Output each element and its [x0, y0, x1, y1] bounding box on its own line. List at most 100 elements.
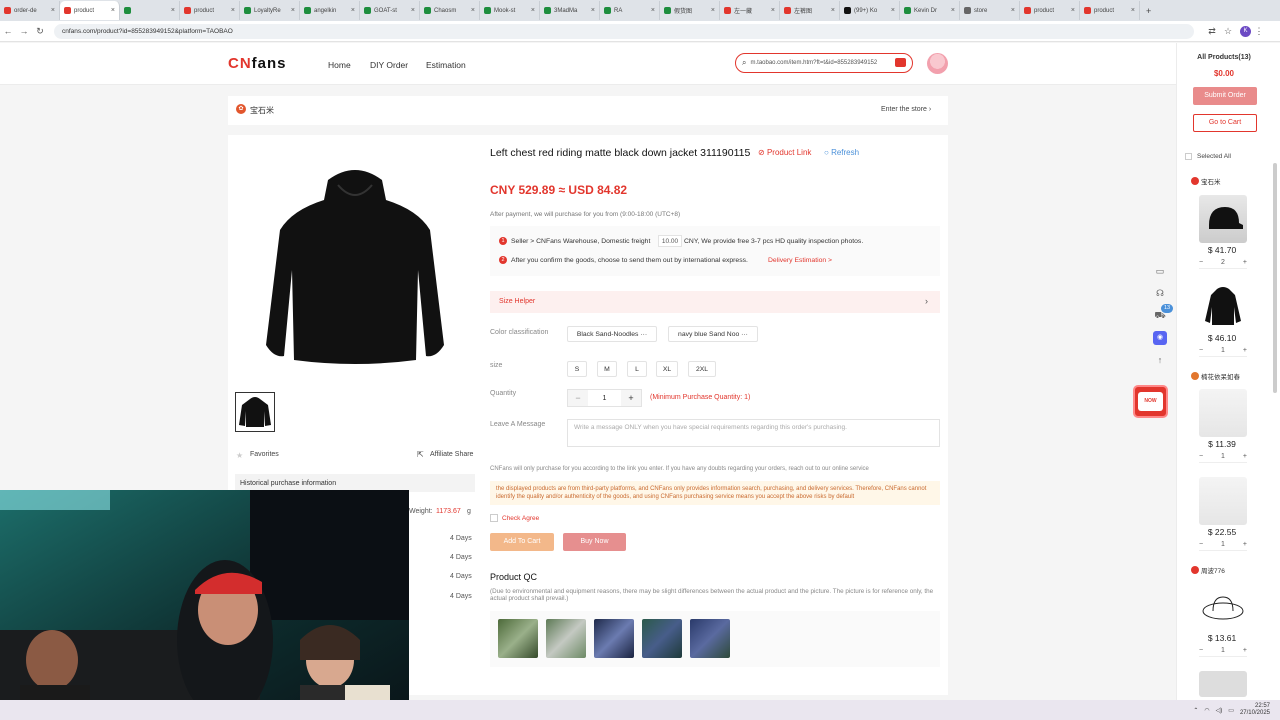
profile-avatar[interactable]: K [1240, 25, 1251, 37]
size-option-2xl[interactable]: 2XL [688, 361, 716, 377]
cart-item-2-stepper[interactable]: − 1 + [1199, 345, 1247, 357]
cart-item-1-stepper[interactable]: − 2 + [1199, 257, 1247, 269]
cart-item-2-minus[interactable]: − [1199, 347, 1203, 354]
quantity-decrement[interactable]: − [568, 390, 588, 406]
discord-icon[interactable]: ◉ [1153, 331, 1167, 345]
nav-diy-order[interactable]: DIY Order [370, 60, 408, 70]
cart-item-5-minus[interactable]: − [1199, 647, 1203, 654]
cart-item-2-qty[interactable]: 1 [1221, 347, 1225, 354]
tab-close-icon[interactable]: × [51, 7, 55, 14]
cart-item-2-image[interactable] [1199, 283, 1247, 331]
tab-close-icon[interactable]: × [111, 7, 115, 14]
buy-now-button[interactable]: Buy Now [563, 533, 626, 551]
size-option-s[interactable]: S [567, 361, 587, 377]
size-option-m[interactable]: M [597, 361, 617, 377]
size-option-l[interactable]: L [627, 361, 647, 377]
qc-photo-1[interactable] [498, 619, 538, 658]
enter-store-link[interactable]: Enter the store › [881, 106, 931, 113]
browser-tab[interactable]: order-de × [0, 1, 60, 20]
browser-tab[interactable]: Mook-st × [480, 1, 540, 20]
tab-close-icon[interactable]: × [1071, 7, 1075, 14]
browser-tab[interactable]: product × [1080, 1, 1140, 20]
wifi-icon[interactable]: ◠ [1204, 707, 1209, 714]
browser-tab[interactable]: 左一藏 × [720, 1, 780, 20]
chevron-up-icon[interactable]: ⌃ [1193, 707, 1198, 714]
qc-photo-3[interactable] [594, 619, 634, 658]
browser-tab[interactable]: 假货图 × [660, 1, 720, 20]
tab-close-icon[interactable]: × [411, 7, 415, 14]
reload-icon[interactable]: ↻ [32, 26, 48, 37]
tab-close-icon[interactable]: × [951, 7, 955, 14]
forward-icon[interactable]: → [16, 26, 32, 36]
refresh-link[interactable]: ○ Refresh [824, 148, 859, 157]
cart-item-1-image[interactable] [1199, 195, 1247, 243]
cart-item-6-image[interactable] [1199, 671, 1247, 697]
browser-tab[interactable]: store × [960, 1, 1020, 20]
bookmark-star-icon[interactable]: ☆ [1220, 26, 1236, 37]
cart-item-3-minus[interactable]: − [1199, 453, 1203, 460]
add-to-cart-button[interactable]: Add To Cart [490, 533, 554, 551]
browser-tab[interactable]: product × [180, 1, 240, 20]
browser-tab[interactable]: Kevin Dr × [900, 1, 960, 20]
cart-item-5-qty[interactable]: 1 [1221, 647, 1225, 654]
back-icon[interactable]: ← [0, 26, 16, 36]
size-option-xl[interactable]: XL [656, 361, 678, 377]
image-search-icon[interactable] [895, 58, 906, 67]
tab-close-icon[interactable]: × [591, 7, 595, 14]
quantity-stepper[interactable]: − 1 + [567, 389, 642, 407]
cnfans-logo[interactable]: CNfans [228, 55, 287, 72]
cart-item-5-plus[interactable]: + [1243, 647, 1247, 654]
tab-close-icon[interactable]: × [771, 7, 775, 14]
favorites-star-icon[interactable]: ★ [236, 451, 243, 460]
tab-close-icon[interactable]: × [351, 7, 355, 14]
tab-close-icon[interactable]: × [531, 7, 535, 14]
battery-icon[interactable]: ▭ [1228, 707, 1234, 714]
go-to-cart-button[interactable]: Go to Cart [1193, 114, 1257, 132]
cart-item-1-minus[interactable]: − [1199, 259, 1203, 266]
quantity-value[interactable]: 1 [588, 395, 621, 402]
browser-tab[interactable]: GOAT-st × [360, 1, 420, 20]
tab-close-icon[interactable]: × [231, 7, 235, 14]
promo-badge-icon[interactable]: NOW [1133, 385, 1168, 418]
cart-item-3-image[interactable] [1199, 389, 1247, 437]
submit-order-button[interactable]: Submit Order [1193, 87, 1257, 105]
qc-photo-2[interactable] [546, 619, 586, 658]
scroll-top-icon[interactable]: ↑ [1153, 353, 1167, 367]
tab-close-icon[interactable]: × [1011, 7, 1015, 14]
browser-tab[interactable]: LoyaltyRe × [240, 1, 300, 20]
notes-icon[interactable]: ▭ [1153, 264, 1167, 278]
volume-icon[interactable]: ◁) [1216, 707, 1223, 714]
cart-item-1-qty[interactable]: 2 [1221, 259, 1225, 266]
browser-tab[interactable]: 3MadMa × [540, 1, 600, 20]
cart-item-1-plus[interactable]: + [1243, 259, 1247, 266]
affiliate-share-label[interactable]: Affiliate Share [430, 451, 473, 458]
sidebar-scrollbar[interactable] [1273, 163, 1277, 393]
product-main-image[interactable] [258, 160, 453, 370]
browser-tab[interactable]: Chaosm × [420, 1, 480, 20]
headset-icon[interactable]: ☊ [1153, 286, 1167, 300]
browser-tab[interactable]: product × [1020, 1, 1080, 20]
delivery-estimation-link[interactable]: Delivery Estimation > [768, 257, 832, 264]
browser-tab[interactable]: 左裤图 × [780, 1, 840, 20]
quantity-increment[interactable]: + [621, 390, 641, 406]
tab-close-icon[interactable]: × [711, 7, 715, 14]
color-option-black[interactable]: Black Sand-Noodles ··· [567, 326, 657, 342]
cart-item-4-image[interactable] [1199, 477, 1247, 525]
cart-item-4-minus[interactable]: − [1199, 541, 1203, 548]
clock[interactable]: 22:57 27/10/2025 [1240, 703, 1270, 717]
browser-tab[interactable]: × [120, 1, 180, 20]
browser-menu-icon[interactable]: ⋮ [1251, 26, 1267, 37]
select-all-checkbox[interactable] [1185, 153, 1192, 160]
cart-item-5-stepper[interactable]: − 1 + [1199, 645, 1247, 657]
cart-item-3-stepper[interactable]: − 1 + [1199, 451, 1247, 463]
tab-close-icon[interactable]: × [651, 7, 655, 14]
cart-item-4-plus[interactable]: + [1243, 541, 1247, 548]
share-icon[interactable]: ⇱ [417, 450, 424, 459]
new-tab-icon[interactable]: + [1146, 6, 1151, 16]
thumbnail-1[interactable] [235, 392, 275, 432]
product-link[interactable]: ⊘ Product Link [758, 148, 811, 157]
tab-close-icon[interactable]: × [291, 7, 295, 14]
cart-item-5-image[interactable] [1199, 583, 1247, 631]
browser-tab[interactable]: (99+) Ko × [840, 1, 900, 20]
user-avatar[interactable] [927, 53, 948, 74]
